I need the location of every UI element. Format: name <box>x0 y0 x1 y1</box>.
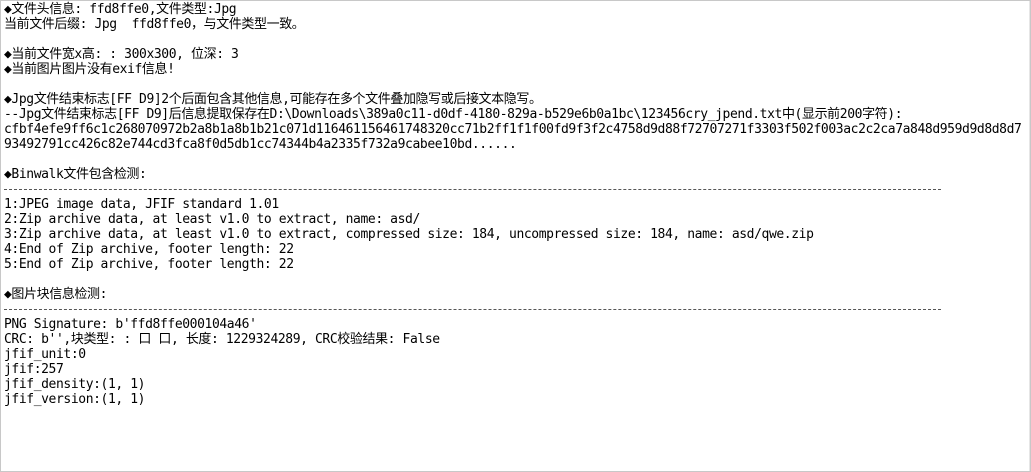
chunk-info-row: jfif_density:(1, 1) <box>4 377 146 392</box>
section-divider <box>4 302 1028 317</box>
chunk-info-row: jfif_unit:0 <box>4 347 86 362</box>
binwalk-result-row: 3:Zip archive data, at least v1.0 to ext… <box>4 227 814 242</box>
chunk-info-row: jfif:257 <box>4 362 64 377</box>
section-divider <box>4 182 1028 197</box>
binwalk-result-row: 4:End of Zip archive, footer length: 22 <box>4 242 294 257</box>
exif-info: ◆当前图片图片没有exif信息! <box>4 62 175 77</box>
report-text: ◆文件头信息: ffd8ffe0,文件类型:Jpg 当前文件后缀: Jpg ff… <box>4 2 1028 407</box>
binwalk-section-title: ◆Binwalk文件包含检测: <box>4 167 147 182</box>
chunk-info-row: PNG Signature: b'ffd8ffe000104a46' <box>4 317 257 332</box>
file-extension-info: 当前文件后缀: Jpg ffd8ffe0，与文件类型一致。 <box>4 17 305 32</box>
image-dimensions-info: ◆当前文件宽x高: : 300x300, 位深: 3 <box>4 47 239 62</box>
jpg-end-marker-info: ◆Jpg文件结束标志[FF D9]2个后面包含其他信息,可能存在多个文件叠加隐写… <box>4 92 542 107</box>
report-textbox[interactable]: ◆文件头信息: ffd8ffe0,文件类型:Jpg 当前文件后缀: Jpg ff… <box>0 0 1031 472</box>
jpg-end-hex-preview: cfbf4efe9ff6c1c268070972b2a8b1a8b1b21c07… <box>4 122 1022 152</box>
file-header-info: ◆文件头信息: ffd8ffe0,文件类型:Jpg <box>4 2 237 17</box>
binwalk-result-row: 1:JPEG image data, JFIF standard 1.01 <box>4 197 279 212</box>
chunk-info-row: CRC: b'',块类型: : 口 口, 长度: 1229324289, CRC… <box>4 332 440 347</box>
binwalk-result-row: 2:Zip archive data, at least v1.0 to ext… <box>4 212 420 227</box>
right-border <box>1029 1 1030 471</box>
binwalk-result-row: 5:End of Zip archive, footer length: 22 <box>4 257 294 272</box>
chunk-info-row: jfif_version:(1, 1) <box>4 392 146 407</box>
jpg-end-extract-path: --Jpg文件结束标志[FF D9]后信息提取保存在D:\Downloads\3… <box>4 107 903 122</box>
chunk-section-title: ◆图片块信息检测: <box>4 287 108 302</box>
